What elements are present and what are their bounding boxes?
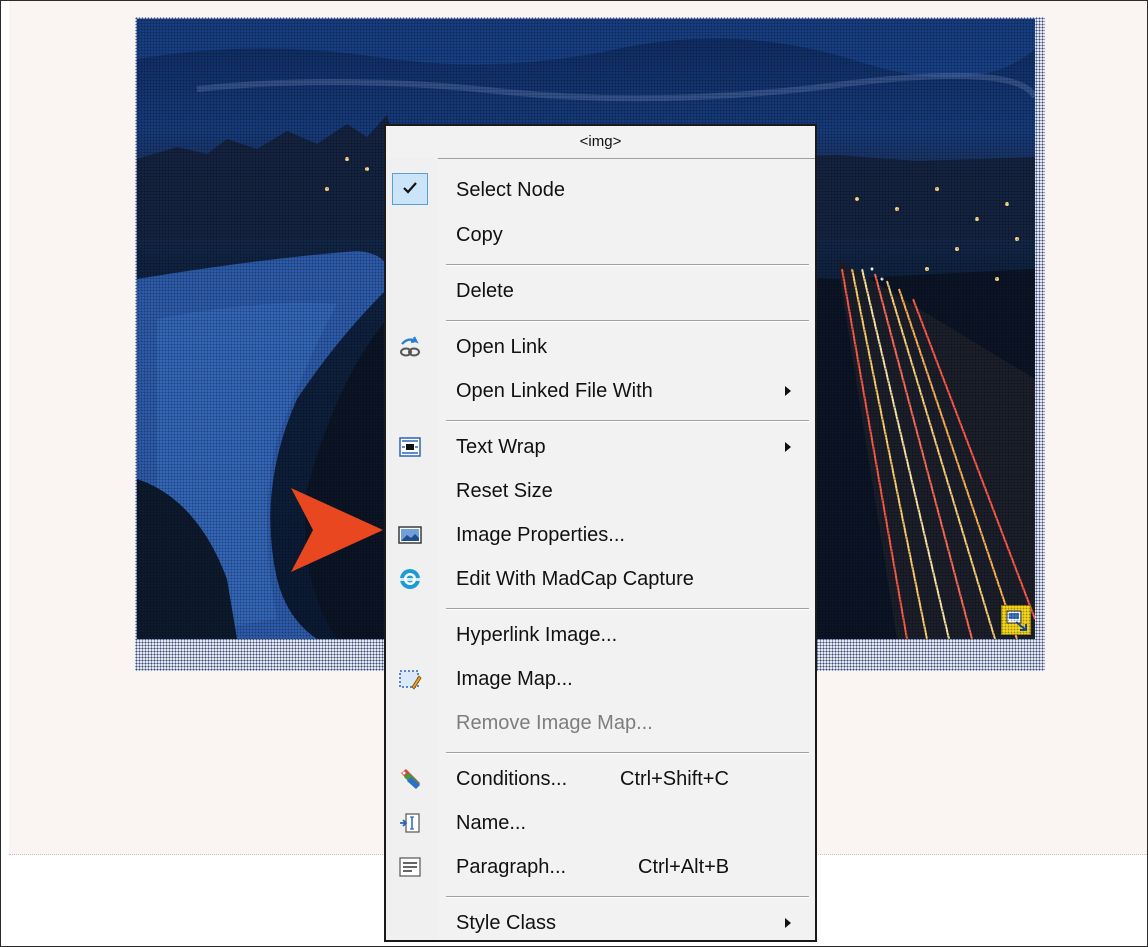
menu-item-open-link[interactable]: Open Link bbox=[386, 325, 815, 369]
menu-item-edit-with-madcap-capture[interactable]: Edit With MadCap Capture bbox=[386, 557, 815, 601]
menu-item-label: Remove Image Map... bbox=[456, 712, 653, 734]
checkmark-icon bbox=[403, 182, 417, 194]
context-menu-title: <img> bbox=[386, 126, 815, 159]
menu-separator bbox=[446, 896, 809, 897]
menu-item-paragraph[interactable]: Paragraph... Ctrl+Alt+B bbox=[386, 845, 815, 889]
menu-item-label: Select Node bbox=[456, 179, 565, 201]
menu-item-label: Conditions... bbox=[456, 768, 568, 790]
submenu-arrow-icon bbox=[785, 386, 791, 396]
menu-item-open-linked-file-with[interactable]: Open Linked File With bbox=[386, 369, 815, 413]
menu-item-reset-size[interactable]: Reset Size bbox=[386, 469, 815, 513]
checked-indicator bbox=[392, 173, 428, 205]
menu-item-label: Edit With MadCap Capture bbox=[456, 568, 694, 590]
menu-item-label: Hyperlink Image... bbox=[456, 624, 618, 646]
menu-item-copy[interactable]: Copy bbox=[386, 213, 815, 257]
menu-item-label: Delete bbox=[456, 280, 514, 302]
menu-item-name[interactable]: Name... bbox=[386, 801, 815, 845]
paragraph-icon bbox=[399, 857, 421, 877]
text-wrap-icon bbox=[399, 437, 421, 457]
menu-item-label: Image Properties... bbox=[456, 524, 625, 546]
conditions-tag-icon bbox=[401, 769, 420, 789]
menu-item-shortcut: Ctrl+Alt+B bbox=[638, 856, 730, 878]
menu-item-hyperlink-image[interactable]: Hyperlink Image... bbox=[386, 613, 815, 657]
submenu-arrow-icon bbox=[785, 442, 791, 452]
menu-item-label: Open Link bbox=[456, 336, 548, 358]
menu-item-style-class[interactable]: Style Class bbox=[386, 901, 815, 945]
menu-item-conditions[interactable]: Conditions... Ctrl+Shift+C bbox=[386, 757, 815, 801]
menu-item-label: Reset Size bbox=[456, 480, 553, 502]
menu-separator bbox=[446, 264, 809, 265]
menu-item-label: Name... bbox=[456, 812, 527, 834]
pointer-arrow-icon bbox=[291, 488, 383, 572]
name-field-icon bbox=[400, 813, 420, 833]
madcap-capture-icon bbox=[400, 569, 420, 589]
menu-item-label: Image Map... bbox=[456, 668, 573, 690]
menu-item-text-wrap[interactable]: Text Wrap bbox=[386, 425, 815, 469]
menu-separator bbox=[446, 752, 809, 753]
menu-separator bbox=[446, 608, 809, 609]
menu-item-image-properties[interactable]: Image Properties... bbox=[386, 513, 815, 557]
context-menu: <img> Select Node Copy Delete Open Link … bbox=[384, 124, 817, 942]
image-resize-icon bbox=[1006, 610, 1027, 631]
menu-item-shortcut: Ctrl+Shift+C bbox=[620, 768, 729, 790]
menu-item-delete[interactable]: Delete bbox=[386, 269, 815, 313]
menu-item-select-node[interactable]: Select Node bbox=[386, 168, 815, 212]
menu-item-image-map[interactable]: Image Map... bbox=[386, 657, 815, 701]
editor-window: <img> Select Node Copy Delete Open Link … bbox=[0, 0, 1148, 947]
chain-link-arrow-icon bbox=[400, 336, 420, 357]
menu-item-label: Paragraph... bbox=[456, 856, 567, 878]
image-resize-handle[interactable] bbox=[1001, 605, 1031, 635]
menu-separator bbox=[446, 420, 809, 421]
image-properties-icon bbox=[398, 526, 422, 544]
menu-separator bbox=[446, 320, 809, 321]
submenu-arrow-icon bbox=[785, 918, 791, 928]
menu-item-label: Text Wrap bbox=[456, 436, 546, 458]
image-map-icon bbox=[399, 670, 422, 690]
menu-item-label: Style Class bbox=[456, 912, 557, 934]
menu-item-label: Copy bbox=[456, 224, 503, 246]
menu-item-label: Open Linked File With bbox=[456, 380, 653, 402]
menu-item-remove-image-map: Remove Image Map... bbox=[386, 701, 815, 745]
